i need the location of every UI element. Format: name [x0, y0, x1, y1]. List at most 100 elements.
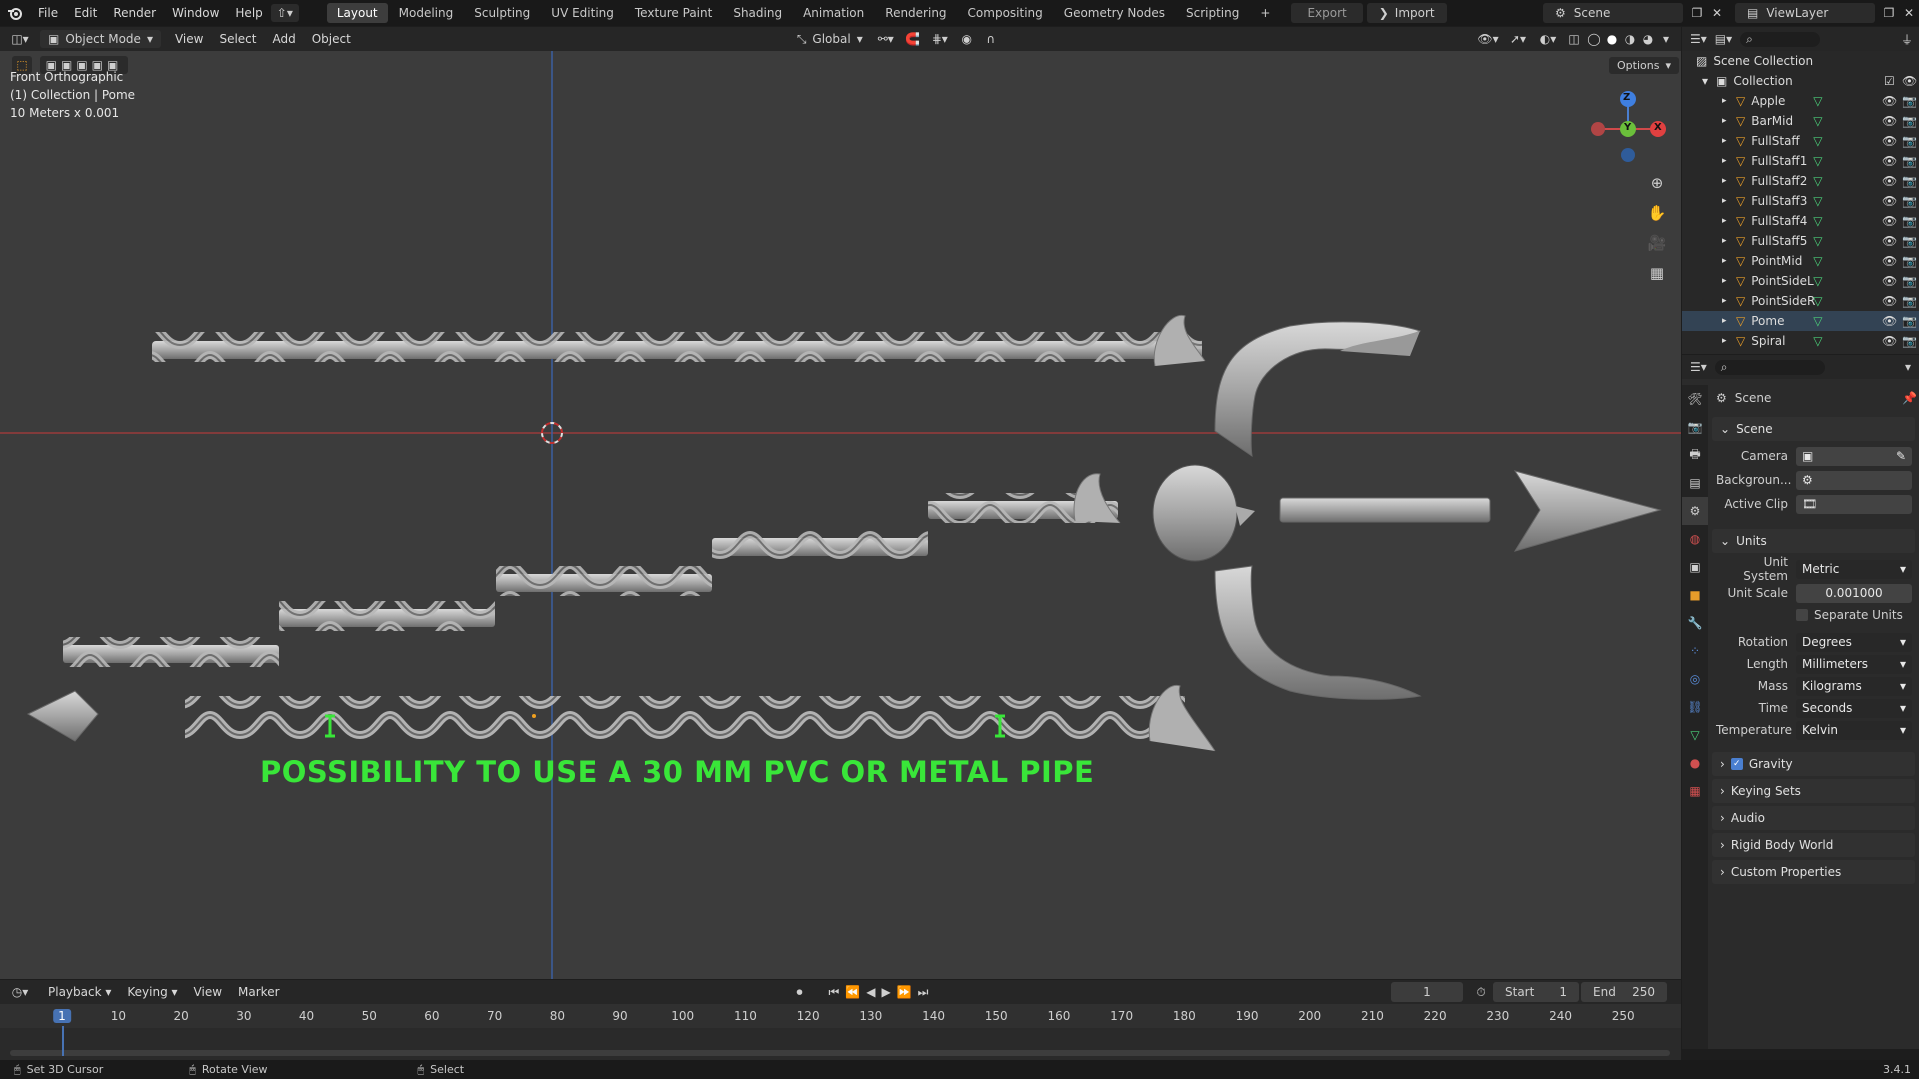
- eye-icon[interactable]: 👁: [1882, 334, 1897, 348]
- overlays-icon[interactable]: ◐▾: [1533, 32, 1563, 46]
- view-layer-tab-icon[interactable]: ▤: [1682, 469, 1708, 497]
- outliner-item[interactable]: ▸ ▽ PointSideL ▽ 👁 📷: [1682, 271, 1919, 291]
- viewlayer-selector[interactable]: ▤ ViewLayer: [1735, 3, 1875, 23]
- wireframe-shading-icon[interactable]: ◯: [1585, 32, 1603, 46]
- eye-icon[interactable]: 👁: [1882, 194, 1897, 208]
- menu-render[interactable]: Render: [105, 6, 164, 20]
- outliner-collection[interactable]: ▾ ▣ Collection ☑ 👁: [1682, 71, 1919, 91]
- custom-props-section-header[interactable]: › Custom Properties: [1712, 860, 1915, 884]
- outliner-item[interactable]: ▸ ▽ FullStaff1 ▽ 👁 📷: [1682, 151, 1919, 171]
- expand-icon[interactable]: ▸: [1722, 296, 1736, 306]
- delete-viewlayer-icon[interactable]: ✕: [1899, 6, 1919, 20]
- outliner-item[interactable]: ▸ ▽ BarMid ▽ 👁 📷: [1682, 111, 1919, 131]
- data-tab-icon[interactable]: ▽: [1682, 721, 1708, 749]
- tab-geometry-nodes[interactable]: Geometry Nodes: [1054, 3, 1175, 23]
- pivot-icon[interactable]: ⚯▾: [871, 32, 901, 46]
- camera-icon[interactable]: 🎥: [1645, 231, 1669, 255]
- chevron-down-icon[interactable]: ▾: [1905, 360, 1911, 374]
- camera-render-icon[interactable]: 📷: [1902, 294, 1917, 308]
- navigation-gizmo[interactable]: Z Y X: [1588, 89, 1668, 179]
- menu-help[interactable]: Help: [227, 6, 270, 20]
- tool-tab-icon[interactable]: 🛠: [1682, 385, 1708, 413]
- menu-marker[interactable]: Marker: [230, 983, 287, 1001]
- scene-tab-icon[interactable]: ⚙: [1682, 497, 1708, 525]
- gravity-checkbox[interactable]: ✓: [1730, 758, 1743, 770]
- current-frame-field[interactable]: 1: [1391, 982, 1463, 1002]
- outliner-item[interactable]: ▸ ▽ PointMid ▽ 👁 📷: [1682, 251, 1919, 271]
- menu-window[interactable]: Window: [164, 6, 227, 20]
- outliner-search-icon[interactable]: ⌕: [1740, 31, 1821, 47]
- particles-tab-icon[interactable]: ⁘: [1682, 637, 1708, 665]
- snap-target-icon[interactable]: ⋕▾: [925, 32, 955, 46]
- rigid-body-section-header[interactable]: › Rigid Body World: [1712, 833, 1915, 857]
- expand-icon[interactable]: ▸: [1722, 316, 1736, 326]
- menu-edit[interactable]: Edit: [66, 6, 105, 20]
- expand-icon[interactable]: ▸: [1722, 176, 1736, 186]
- grid-icon[interactable]: ▦: [1645, 261, 1669, 285]
- outliner-scene-collection[interactable]: ▨ Scene Collection: [1682, 51, 1919, 71]
- length-dropdown[interactable]: Millimeters ▾: [1796, 654, 1912, 674]
- tab-shading[interactable]: Shading: [723, 3, 792, 23]
- camera-render-icon[interactable]: 📷: [1902, 154, 1917, 168]
- menu-playback[interactable]: Playback ▾: [40, 983, 119, 1001]
- tab-scripting[interactable]: Scripting: [1176, 3, 1249, 23]
- orientation-dropdown[interactable]: ⤡ Global ▾: [789, 30, 871, 49]
- keying-sets-section-header[interactable]: › Keying Sets: [1712, 779, 1915, 803]
- outliner-item[interactable]: ▸ ▽ FullStaff4 ▽ 👁 📷: [1682, 211, 1919, 231]
- menu-keying[interactable]: Keying ▾: [119, 983, 185, 1001]
- delete-scene-icon[interactable]: ✕: [1707, 6, 1727, 20]
- camera-field[interactable]: ▣ ✎: [1796, 446, 1912, 466]
- camera-render-icon[interactable]: 📷: [1902, 94, 1917, 108]
- expand-icon[interactable]: ▸: [1722, 156, 1736, 166]
- import-button[interactable]: ❯ Import: [1366, 3, 1447, 23]
- display-mode-icon[interactable]: ▤▾: [1715, 32, 1732, 46]
- upload-icon[interactable]: ⇧▾: [270, 4, 299, 22]
- pin-icon[interactable]: 📌: [1902, 391, 1917, 405]
- solid-shading-icon[interactable]: ●: [1603, 32, 1621, 46]
- falloff-icon[interactable]: ∩: [979, 32, 1003, 46]
- expand-icon[interactable]: ▸: [1722, 216, 1736, 226]
- editor-type-icon[interactable]: ◫▾: [0, 32, 40, 46]
- eye-icon[interactable]: 👁: [1902, 74, 1917, 88]
- gizmo-icon[interactable]: ➚▾: [1503, 32, 1533, 46]
- unit-scale-field[interactable]: 0.001000: [1796, 583, 1912, 603]
- menu-view[interactable]: View: [167, 30, 211, 48]
- 3d-viewport[interactable]: ⬚ ▣▣▣▣▣ Front Orthographic (1) Collectio…: [0, 51, 1681, 979]
- outliner-item[interactable]: ▸ ▽ PointSideR ▽ 👁 📷: [1682, 291, 1919, 311]
- scene-section-header[interactable]: ⌄ Scene: [1712, 417, 1915, 441]
- timeline-scrollbar[interactable]: [10, 1050, 1670, 1056]
- new-viewlayer-icon[interactable]: ❐: [1879, 6, 1899, 20]
- playback-controls[interactable]: ⏮⏪◀▶⏩⏭: [822, 985, 942, 1000]
- outliner-item[interactable]: ▸ ▽ Spiral ▽ 👁 📷: [1682, 331, 1919, 351]
- editor-type-icon[interactable]: ◷▾: [0, 985, 40, 999]
- time-dropdown[interactable]: Seconds ▾: [1796, 698, 1912, 718]
- tab-compositing[interactable]: Compositing: [958, 3, 1053, 23]
- tab-texture-paint[interactable]: Texture Paint: [625, 3, 722, 23]
- frame-ruler[interactable]: 1 10 20 30 40 50 60 70 80 90 100 110 120 130 140 150 160…: [0, 1004, 1681, 1028]
- constraints-tab-icon[interactable]: ⛓: [1682, 693, 1708, 721]
- eye-icon[interactable]: 👁: [1882, 274, 1897, 288]
- object-tab-icon[interactable]: ■: [1682, 581, 1708, 609]
- outliner-item[interactable]: ▸ ▽ FullStaff3 ▽ 👁 📷: [1682, 191, 1919, 211]
- expand-icon[interactable]: ▸: [1722, 336, 1736, 346]
- snap-icon[interactable]: 🧲: [901, 32, 925, 46]
- outliner-item[interactable]: ▸ ▽ FullStaff ▽ 👁 📷: [1682, 131, 1919, 151]
- menu-object[interactable]: Object: [304, 30, 359, 48]
- camera-render-icon[interactable]: 📷: [1902, 214, 1917, 228]
- expand-icon[interactable]: ▾: [1702, 74, 1716, 88]
- menu-file[interactable]: File: [30, 6, 66, 20]
- modifier-tab-icon[interactable]: 🔧: [1682, 609, 1708, 637]
- temperature-dropdown[interactable]: Kelvin ▾: [1796, 720, 1912, 740]
- end-frame-field[interactable]: End 250: [1581, 982, 1667, 1002]
- editor-type-icon[interactable]: ☰▾: [1690, 360, 1707, 374]
- shading-options-icon[interactable]: ▾: [1657, 32, 1675, 46]
- outliner-item[interactable]: ▸ ▽ Pome ▽ 👁 📷: [1682, 311, 1919, 331]
- camera-render-icon[interactable]: 📷: [1902, 174, 1917, 188]
- eye-icon[interactable]: 👁: [1882, 94, 1897, 108]
- active-clip-field[interactable]: 🎞: [1796, 494, 1912, 514]
- tab-uv-editing[interactable]: UV Editing: [541, 3, 624, 23]
- timeline-area[interactable]: 1 10 20 30 40 50 60 70 80 90 100 110 120 130 140 150 160…: [0, 1004, 1681, 1060]
- properties-search-icon[interactable]: ⌕: [1714, 359, 1825, 375]
- eye-icon[interactable]: 👁: [1882, 174, 1897, 188]
- expand-icon[interactable]: ▸: [1722, 236, 1736, 246]
